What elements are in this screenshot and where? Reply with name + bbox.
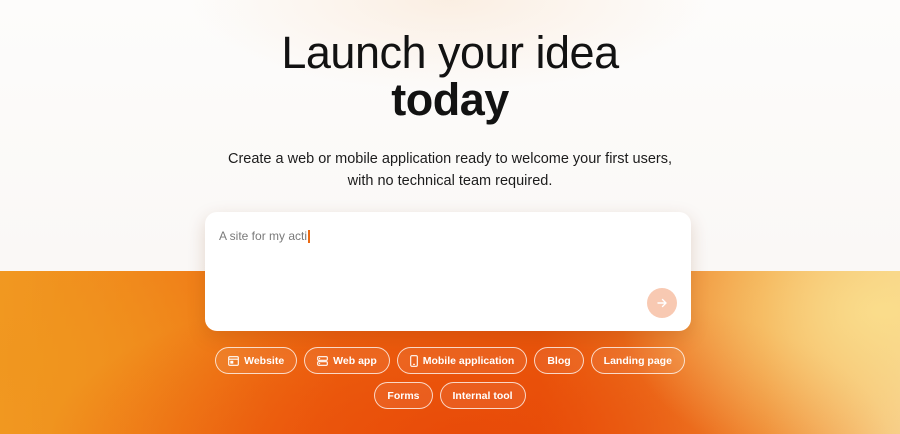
browser-window-icon: [228, 355, 239, 366]
chip-label: Blog: [547, 354, 571, 367]
subtitle-line-2: with no technical team required.: [347, 173, 553, 189]
chip-internal-tool[interactable]: Internal tool: [439, 382, 526, 409]
chip-label: Web app: [333, 354, 377, 367]
subtitle-line-1: Create a web or mobile application ready…: [227, 151, 673, 167]
chip-label: Mobile application: [422, 354, 515, 367]
text-caret: [308, 229, 311, 243]
chip-mobile-application[interactable]: Mobile application: [396, 347, 528, 374]
chip-landing-page[interactable]: Landing page: [590, 347, 685, 374]
chip-label: Landing page: [603, 354, 672, 367]
chip-forms[interactable]: Forms: [374, 382, 433, 409]
chip-label: Internal tool: [452, 389, 513, 402]
prompt-card: A site for my acti: [205, 212, 691, 331]
chip-web-app[interactable]: Web app: [304, 347, 390, 374]
chip-website[interactable]: Website: [215, 347, 298, 374]
chip-blog[interactable]: Blog: [534, 347, 584, 374]
suggestion-chips-row-1: Website Web app Mobile application Blog …: [0, 347, 900, 374]
title-line-1: Launch your idea: [281, 27, 619, 78]
subtitle: Create a web or mobile application ready…: [0, 148, 900, 192]
prompt-input[interactable]: A site for my acti: [219, 226, 639, 246]
chip-label: Forms: [387, 389, 420, 402]
server-stack-icon: [317, 355, 329, 366]
page-title: Launch your idea today: [0, 30, 900, 124]
arrow-right-icon: [656, 297, 668, 309]
prompt-input-value: A site for my acti: [219, 229, 308, 243]
send-button[interactable]: [647, 288, 677, 318]
title-line-2: today: [391, 74, 509, 125]
smartphone-icon: [409, 354, 418, 367]
chip-label: Website: [244, 354, 285, 367]
suggestion-chips-row-2: Forms Internal tool: [0, 382, 900, 409]
